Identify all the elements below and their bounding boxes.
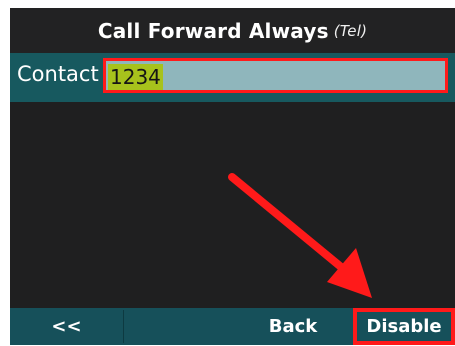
contact-input[interactable]: 1234 [103,58,448,93]
contact-value: 1234 [108,64,163,90]
prev-softkey[interactable]: << [10,308,123,345]
page-subtitle: (Tel) [333,21,368,40]
contact-label: Contact [17,62,99,86]
back-softkey[interactable]: Back [242,308,344,345]
phone-screen: Call Forward Always (Tel) Contact 1234 <… [10,8,455,345]
softkey-divider [123,310,124,343]
title-bar: Call Forward Always (Tel) [10,8,455,53]
disable-highlight-box [353,308,455,345]
contact-row: Contact 1234 [10,53,455,102]
softkey-bar: << Back Disable [10,308,455,345]
page-title: Call Forward Always [97,18,329,43]
